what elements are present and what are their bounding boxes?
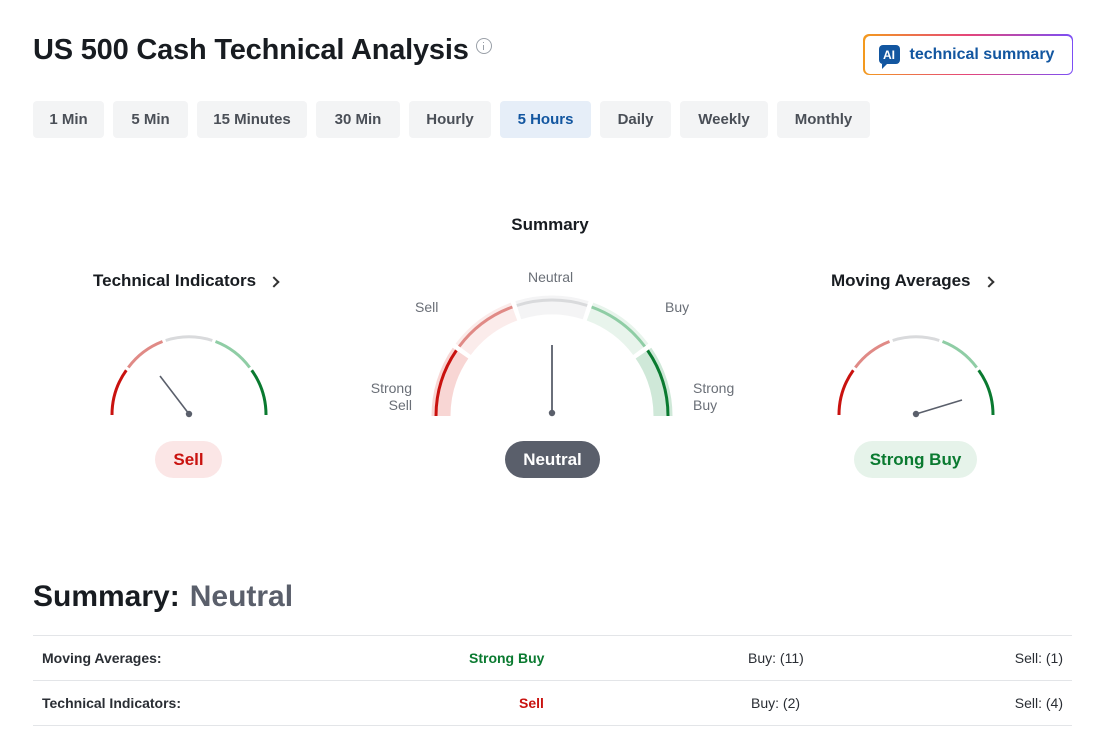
- moving-averages-link[interactable]: Moving Averages: [831, 271, 995, 291]
- moving-averages-result: Strong Buy: [854, 441, 977, 478]
- gauge-label-strong-buy-line1: Strong: [693, 380, 735, 396]
- technical-indicators-title: Technical Indicators: [93, 271, 257, 290]
- tab-hourly[interactable]: Hourly: [409, 101, 491, 138]
- moving-averages-gauge: [837, 335, 995, 418]
- info-icon[interactable]: [475, 38, 492, 54]
- gauge-label-strong-sell-line2: Sell: [388, 397, 412, 413]
- gauge-pivot: [912, 410, 920, 418]
- tab-5-min[interactable]: 5 Min: [113, 101, 188, 138]
- summary-heading: Summary: Neutral: [33, 580, 293, 614]
- gauge-arc-strong-buy: [977, 369, 995, 416]
- row-buy-count: Buy: (2): [751, 695, 801, 711]
- gauge-label-strong-sell-line1: Strong: [370, 380, 412, 396]
- page-title: US 500 Cash Technical Analysis: [33, 34, 492, 67]
- gauge-arc-strong-buy: [250, 369, 268, 416]
- gauge-label-strong-buy: Strong Buy: [693, 380, 734, 414]
- row-label: Technical Indicators:: [42, 695, 181, 711]
- row-signal: Strong Buy: [469, 650, 545, 666]
- row-sell-count: Sell: (4): [1014, 695, 1063, 711]
- gauge-pivot: [548, 409, 556, 417]
- gauge-arc-sell: [854, 340, 891, 369]
- row-buy-count: Buy: (11): [748, 650, 804, 666]
- ai-technical-summary-button[interactable]: AI technical summary: [863, 34, 1073, 75]
- summary-table: Moving Averages: Strong Buy Buy: (11) Se…: [33, 635, 1072, 726]
- tab-5-hours[interactable]: 5 Hours: [500, 101, 591, 138]
- tab-1-min[interactable]: 1 Min: [33, 101, 104, 138]
- technical-indicators-link[interactable]: Technical Indicators: [93, 271, 280, 291]
- tab-weekly[interactable]: Weekly: [680, 101, 768, 138]
- gauge-arc-strong-sell: [110, 369, 128, 416]
- gauge-needle: [915, 399, 963, 415]
- tab-monthly[interactable]: Monthly: [777, 101, 870, 138]
- gauge-band-neutral: [515, 295, 589, 320]
- tab-30-min[interactable]: 30 Min: [316, 101, 400, 138]
- gauge-label-strong-sell: Strong Sell: [368, 380, 412, 414]
- gauge-pivot: [185, 410, 193, 418]
- chevron-right-icon: [268, 275, 280, 288]
- gauge-arc-buy: [214, 340, 251, 369]
- summary-result: Neutral: [505, 441, 600, 478]
- summary-gauge: [431, 295, 673, 417]
- moving-averages-title: Moving Averages: [831, 271, 971, 290]
- gauge-arc-strong-sell: [837, 369, 855, 416]
- table-row: Moving Averages: Strong Buy Buy: (11) Se…: [33, 636, 1072, 681]
- gauge-arc-buy: [941, 340, 978, 369]
- page-title-text: US 500 Cash Technical Analysis: [33, 34, 469, 66]
- technical-indicators-result: Sell: [155, 441, 222, 478]
- gauge-arc-neutral: [892, 335, 940, 342]
- table-row: Technical Indicators: Sell Buy: (2) Sell…: [33, 681, 1072, 726]
- timeframe-tabs: 1 Min 5 Min 15 Minutes 30 Min Hourly 5 H…: [33, 101, 870, 138]
- technical-indicators-gauge: [110, 335, 268, 418]
- ai-icon: AI: [878, 45, 900, 69]
- gauge-arc-sell: [127, 340, 164, 369]
- tab-15-minutes[interactable]: 15 Minutes: [197, 101, 307, 138]
- summary-gauge-title: Summary: [511, 215, 589, 234]
- row-sell-count: Sell: (1): [1014, 650, 1063, 666]
- row-label: Moving Averages:: [42, 650, 162, 666]
- gauge-needle: [159, 375, 190, 415]
- ai-button-label: technical summary: [909, 45, 1055, 63]
- gauge-label-neutral: Neutral: [528, 269, 574, 285]
- gauge-arc-neutral: [165, 335, 213, 342]
- gauge-label-strong-buy-line2: Buy: [693, 397, 718, 413]
- summary-heading-label: Summary:: [33, 580, 180, 613]
- tab-daily[interactable]: Daily: [600, 101, 671, 138]
- chevron-right-icon: [982, 275, 995, 288]
- row-signal: Sell: [519, 695, 544, 711]
- summary-heading-value: Neutral: [189, 580, 294, 613]
